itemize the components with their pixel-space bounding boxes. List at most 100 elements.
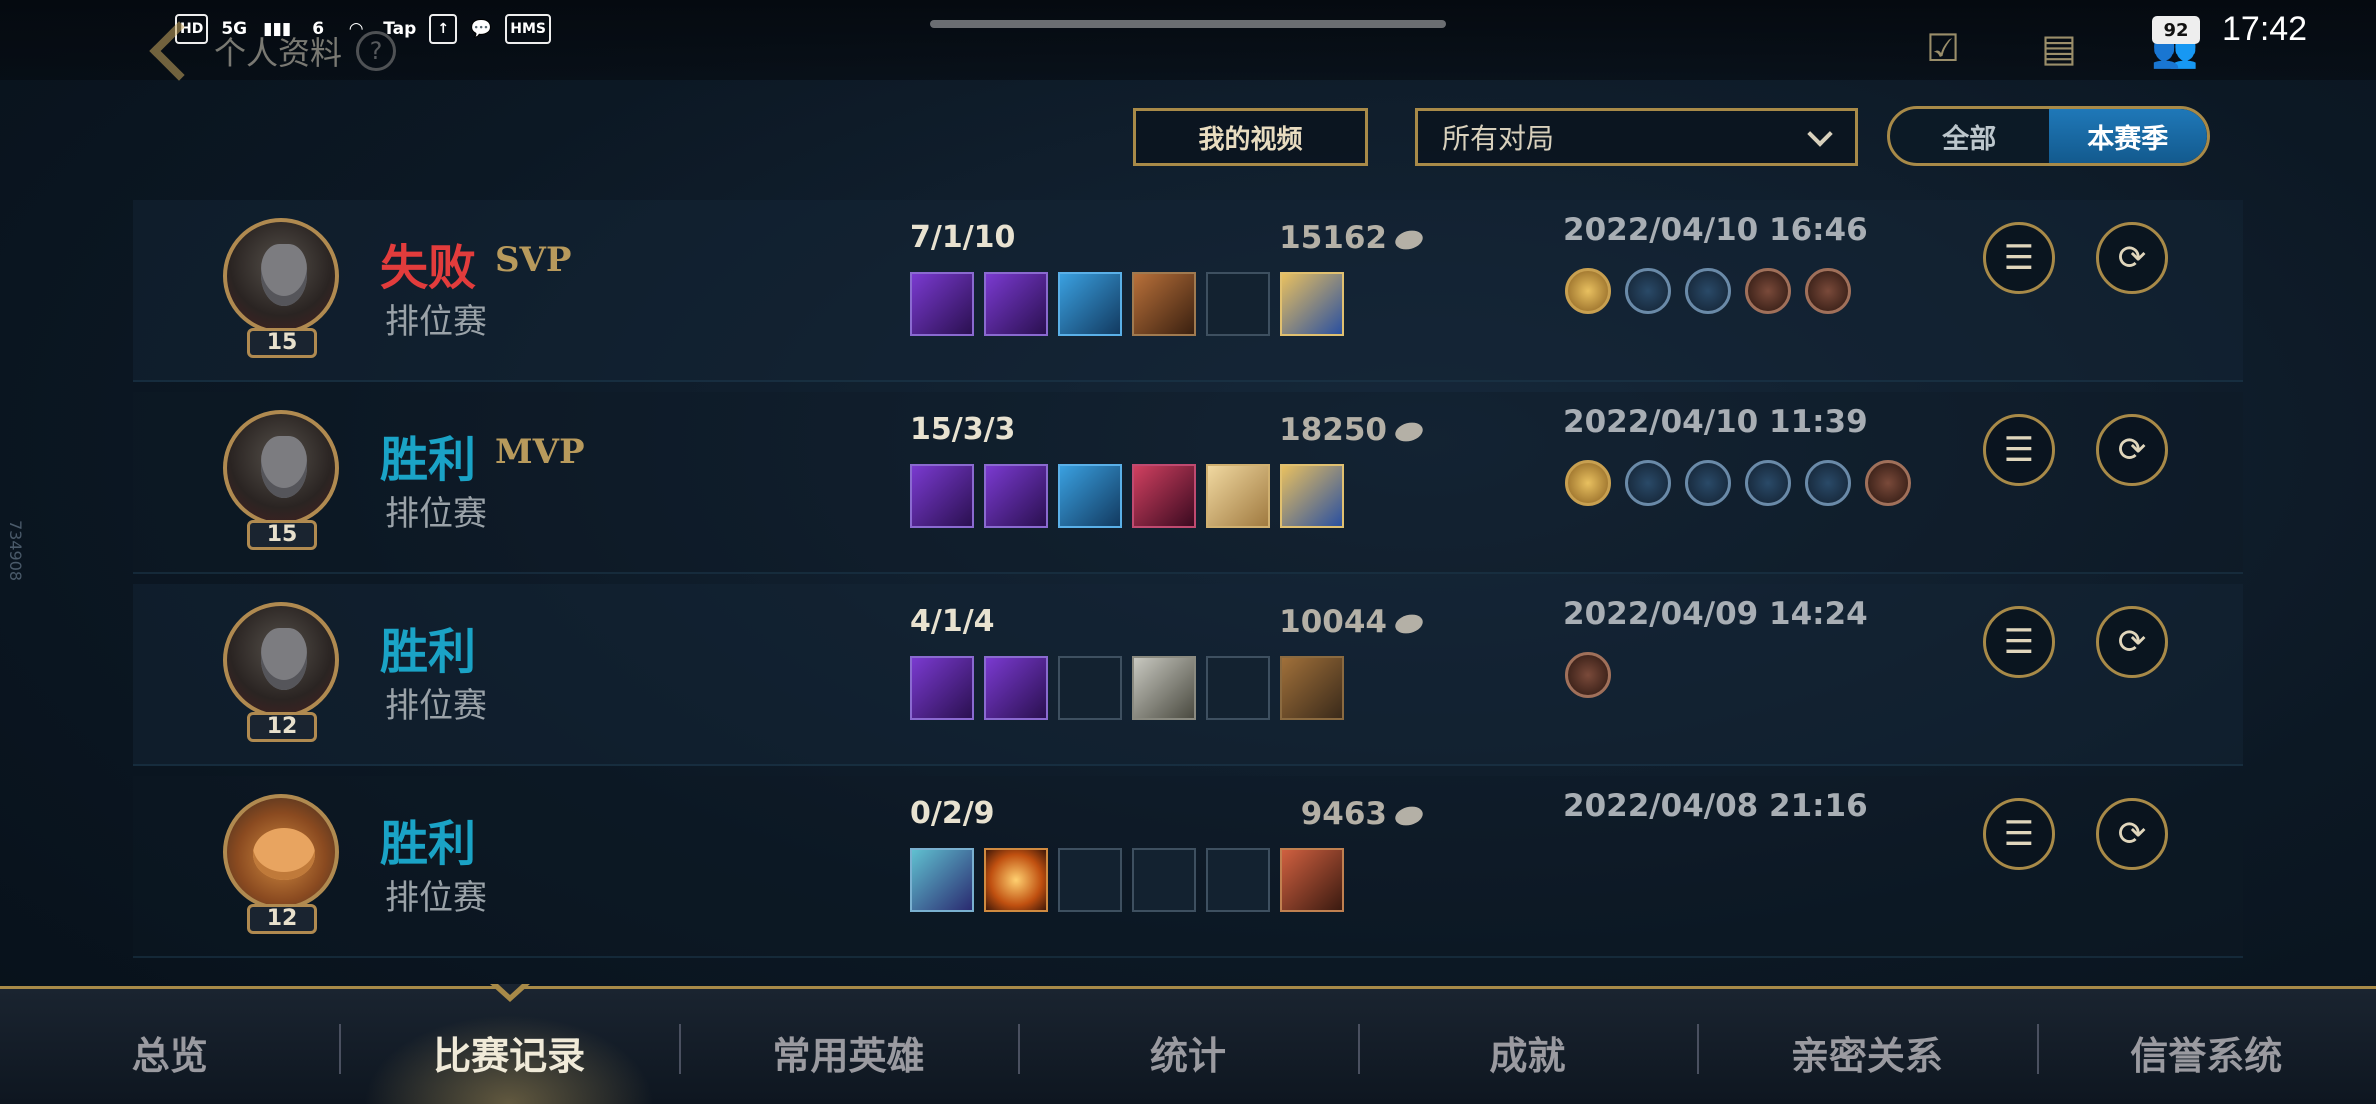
match-tag: MVP — [495, 432, 585, 472]
replay-icon: ⟳ — [2117, 622, 2147, 662]
item-slot-2[interactable] — [984, 656, 1048, 720]
tab-6[interactable]: 信誉系统 — [2036, 1000, 2376, 1104]
achievement-badge-icon[interactable] — [1565, 460, 1611, 506]
tab-5[interactable]: 亲密关系 — [1697, 1000, 2036, 1104]
achievement-badge-icon[interactable] — [1625, 268, 1671, 314]
champion-avatar[interactable] — [223, 410, 339, 526]
match-row[interactable]: 15 胜利 MVP 排位赛 15/3/3 18250 2022/04/10 11… — [133, 392, 2243, 574]
achievement-badge-icon[interactable] — [1625, 460, 1671, 506]
match-details-button[interactable]: ☰ — [1983, 414, 2055, 486]
message-icon[interactable]: ▤ — [2031, 22, 2087, 74]
item-slot-3[interactable] — [1058, 848, 1122, 912]
match-row[interactable]: 12 胜利 排位赛 0/2/9 9463 2022/04/08 21:16 ☰ … — [133, 776, 2243, 958]
item-slot-4[interactable] — [1132, 848, 1196, 912]
champion-avatar[interactable] — [223, 794, 339, 910]
gold-value: 9463 — [1300, 796, 1387, 832]
replay-icon: ⟳ — [2117, 238, 2147, 278]
achievement-badges — [1565, 460, 1911, 506]
achievement-badge-icon[interactable] — [1805, 268, 1851, 314]
item-slot-6[interactable] — [1280, 464, 1344, 528]
achievement-badge-icon[interactable] — [1565, 652, 1611, 698]
item-slot-1[interactable] — [910, 464, 974, 528]
item-slot-1[interactable] — [910, 848, 974, 912]
item-slot-3[interactable] — [1058, 656, 1122, 720]
match-mode: 排位赛 — [385, 878, 487, 918]
achievement-badge-icon[interactable] — [1745, 268, 1791, 314]
achievement-badge-icon[interactable] — [1685, 268, 1731, 314]
item-slot-1[interactable] — [910, 272, 974, 336]
toggle-this-season[interactable]: 本赛季 — [2048, 109, 2207, 163]
battery-icon: 92 — [2152, 16, 2200, 44]
back-arrow-icon[interactable] — [149, 21, 209, 81]
tab-4[interactable]: 成就 — [1357, 1000, 1697, 1104]
champion-level: 15 — [247, 328, 317, 358]
item-slot-4[interactable] — [1132, 464, 1196, 528]
item-slot-6[interactable] — [1280, 272, 1344, 336]
item-slot-5[interactable] — [1206, 464, 1270, 528]
kda: 15/3/3 — [910, 412, 1016, 447]
match-filter-value: 所有对局 — [1442, 122, 1555, 155]
champion-level: 12 — [247, 712, 317, 742]
match-details-button[interactable]: ☰ — [1983, 222, 2055, 294]
item-slot-2[interactable] — [984, 848, 1048, 912]
tab-0[interactable]: 总览 — [0, 1000, 339, 1104]
match-result: 胜利 — [380, 624, 477, 680]
achievement-badge-icon[interactable] — [1685, 460, 1731, 506]
tab-2[interactable]: 常用英雄 — [678, 1000, 1018, 1104]
achievement-badge-icon[interactable] — [1745, 460, 1791, 506]
item-slot-6[interactable] — [1280, 848, 1344, 912]
season-toggle[interactable]: 全部 本赛季 — [1887, 106, 2210, 166]
match-row[interactable]: 15 失败 SVP 排位赛 7/1/10 15162 2022/04/10 16… — [133, 200, 2243, 382]
gold-coin-icon — [1393, 419, 1425, 444]
achievement-badge-icon[interactable] — [1565, 268, 1611, 314]
item-slot-5[interactable] — [1206, 848, 1270, 912]
match-filter-select[interactable]: 所有对局 — [1415, 108, 1858, 166]
gold-value: 18250 — [1279, 412, 1387, 448]
item-slot-5[interactable] — [1206, 272, 1270, 336]
gold-earned: 10044 — [1203, 604, 1425, 640]
match-result: 胜利 — [380, 432, 477, 488]
match-details-button[interactable]: ☰ — [1983, 798, 2055, 870]
item-slot-2[interactable] — [984, 272, 1048, 336]
toggle-all[interactable]: 全部 — [1890, 109, 2049, 163]
help-icon[interactable]: ? — [356, 31, 397, 71]
replay-button[interactable]: ⟳ — [2096, 414, 2168, 486]
item-slot-3[interactable] — [1058, 272, 1122, 336]
item-slot-5[interactable] — [1206, 656, 1270, 720]
achievement-badge-icon[interactable] — [1865, 460, 1911, 506]
replay-button[interactable]: ⟳ — [2096, 798, 2168, 870]
champion-avatar[interactable] — [223, 602, 339, 718]
checklist-icon[interactable]: ☑ — [1915, 22, 1971, 74]
page-title: 个人资料 — [214, 34, 343, 72]
item-slot-6[interactable] — [1280, 656, 1344, 720]
tab-1[interactable]: 比赛记录 — [339, 1000, 679, 1104]
champion-portrait — [261, 244, 307, 306]
match-row[interactable]: 12 胜利 排位赛 4/1/4 10044 2022/04/09 14:24 ☰… — [133, 584, 2243, 766]
item-slot-3[interactable] — [1058, 464, 1122, 528]
replay-button[interactable]: ⟳ — [2096, 222, 2168, 294]
gold-earned: 18250 — [1203, 412, 1425, 448]
list-icon: ☰ — [2003, 622, 2035, 662]
gold-coin-icon — [1393, 611, 1425, 636]
kda: 0/2/9 — [910, 796, 995, 831]
gold-value: 10044 — [1279, 604, 1387, 640]
status-bar: HD 5G ▮▮▮ 6 ◠ Tap ↑ 💬 HMS 个人资料 ? ☑ ▤ 👥 9… — [0, 0, 2376, 81]
item-slot-2[interactable] — [984, 464, 1048, 528]
champion-avatar[interactable] — [223, 218, 339, 334]
achievement-badges — [1565, 652, 1611, 698]
achievement-badge-icon[interactable] — [1805, 460, 1851, 506]
header-back[interactable]: 个人资料 ? — [149, 21, 397, 81]
item-slot-4[interactable] — [1132, 272, 1196, 336]
achievement-badges — [1565, 268, 1851, 314]
upload-icon: ↑ — [429, 14, 458, 44]
item-slot-4[interactable] — [1132, 656, 1196, 720]
item-build — [910, 656, 1344, 720]
match-datetime: 2022/04/10 16:46 — [1563, 212, 1868, 248]
champion-portrait — [261, 628, 307, 690]
item-slot-1[interactable] — [910, 656, 974, 720]
match-details-button[interactable]: ☰ — [1983, 606, 2055, 678]
replay-button[interactable]: ⟳ — [2096, 606, 2168, 678]
list-icon: ☰ — [2003, 430, 2035, 470]
my-video-button[interactable]: 我的视频 — [1133, 108, 1368, 166]
tab-3[interactable]: 统计 — [1018, 1000, 1357, 1104]
